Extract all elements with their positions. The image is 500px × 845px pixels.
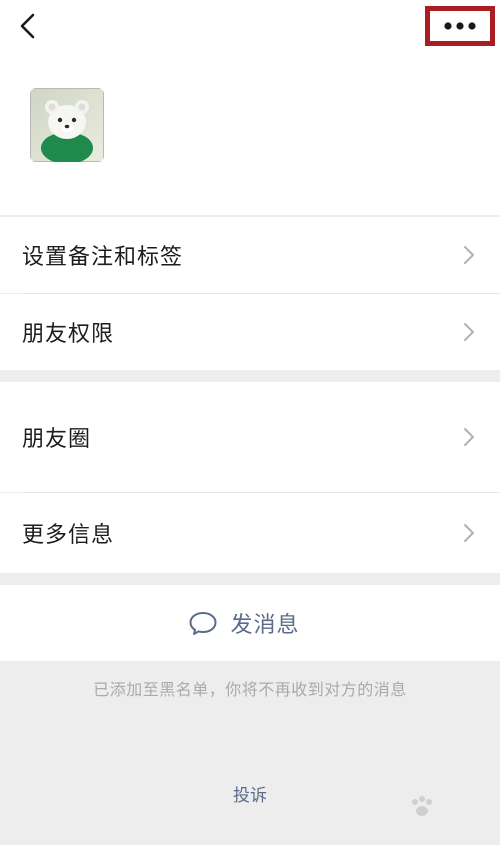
chat-bubble-icon — [189, 612, 217, 635]
chevron-left-icon — [20, 13, 35, 39]
moments-label: 朋友圈 — [22, 427, 92, 452]
chevron-right-icon — [464, 428, 474, 446]
moments-row[interactable]: 朋友圈 — [0, 382, 500, 492]
more-options-button[interactable] — [425, 6, 495, 46]
friend-permissions-row[interactable]: 朋友权限 — [0, 294, 500, 370]
send-message-label: 发消息 — [230, 613, 300, 638]
avatar[interactable] — [30, 88, 104, 162]
blacklist-notice: 已添加至黑名单，你将不再收到对方的消息 — [93, 680, 407, 699]
paw-logo-icon — [412, 796, 432, 816]
send-message-content: 发消息 — [188, 607, 299, 639]
send-message-button[interactable]: 发消息 — [0, 585, 500, 661]
more-info-label: 更多信息 — [22, 523, 115, 548]
chevron-right-icon — [464, 323, 474, 341]
set-remark-and-tags-row[interactable]: 设置备注和标签 — [0, 217, 500, 293]
chevron-right-icon — [464, 524, 474, 542]
friend-permissions-label: 朋友权限 — [22, 322, 115, 347]
profile-header — [0, 0, 500, 215]
back-button[interactable] — [10, 8, 46, 44]
chevron-right-icon — [464, 246, 474, 264]
more-info-row[interactable]: 更多信息 — [0, 493, 500, 573]
ellipsis-icon — [444, 22, 476, 30]
set-remark-and-tags-label: 设置备注和标签 — [22, 245, 184, 270]
watermark-logo — [380, 790, 495, 835]
avatar-bear-image — [30, 88, 104, 162]
